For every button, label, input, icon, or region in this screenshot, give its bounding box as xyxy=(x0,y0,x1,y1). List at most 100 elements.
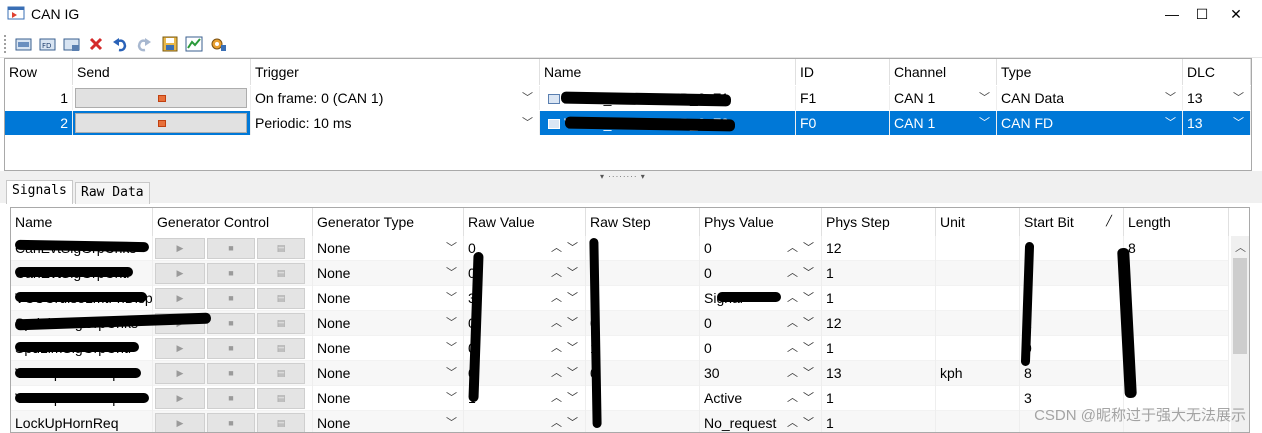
col-header-dlc[interactable]: DLC xyxy=(1183,59,1251,85)
spin-arrows-icon[interactable]: ︿﹀ xyxy=(551,411,583,432)
signal-row[interactable]: CanEvtSigGrpChks ▶ ■ ▤ None﹀0︿﹀10︿﹀128 xyxy=(11,236,1229,261)
play-icon[interactable]: ▶ xyxy=(155,363,205,384)
stop-icon[interactable]: ■ xyxy=(207,288,255,309)
undo-icon[interactable] xyxy=(110,34,130,54)
raw-step[interactable] xyxy=(586,261,700,286)
col-header-start-bit[interactable]: Start Bit ╱ xyxy=(1020,208,1124,236)
phys-value-field[interactable]: 0 ︿﹀ xyxy=(700,236,822,261)
phys-step[interactable]: 13 xyxy=(822,361,936,386)
spin-arrows-icon[interactable]: ︿﹀ xyxy=(551,361,583,386)
col-header-channel[interactable]: Channel xyxy=(890,59,997,85)
play-icon[interactable]: ▶ xyxy=(155,413,205,432)
play-icon[interactable]: ▶ xyxy=(155,288,205,309)
col-header-generator-control[interactable]: Generator Control xyxy=(153,208,313,236)
spin-arrows-icon[interactable]: ︿﹀ xyxy=(551,311,583,336)
stop-icon[interactable]: ■ xyxy=(207,263,255,284)
dlc-dropdown[interactable]: 13 ﹀ xyxy=(1183,86,1251,110)
phys-value-field[interactable]: Active ︿﹀ xyxy=(700,386,822,411)
trigger-dropdown[interactable]: Periodic: 10 ms ﹀ xyxy=(251,111,540,135)
spin-arrows-icon[interactable]: ︿﹀ xyxy=(787,361,819,386)
col-header-phys-step[interactable]: Phys Step xyxy=(822,208,936,236)
signal-row[interactable]: VCUCruiseLmtFnDisp ▶ ■ ▤ None﹀3︿﹀1Signal… xyxy=(11,286,1229,311)
phys-value-field[interactable]: 30 ︿﹀ xyxy=(700,361,822,386)
play-icon[interactable]: ▶ xyxy=(155,238,205,259)
col-header-send[interactable]: Send xyxy=(73,59,251,85)
phys-step[interactable]: 12 xyxy=(822,311,936,336)
maximize-button[interactable]: ☐ xyxy=(1188,3,1216,25)
stop-icon[interactable]: ■ xyxy=(207,363,255,384)
chart-icon[interactable] xyxy=(184,34,204,54)
phys-value-field[interactable]: No_request ︿﹀ xyxy=(700,411,822,432)
send-button[interactable] xyxy=(75,88,247,108)
minimize-button[interactable]: — xyxy=(1158,3,1186,25)
generator-type-dropdown[interactable]: None ﹀ xyxy=(313,236,464,261)
phys-step[interactable]: 1 xyxy=(822,386,936,411)
tab-raw-data[interactable]: Raw Data xyxy=(75,182,150,204)
raw-step[interactable]: 1 xyxy=(586,286,700,311)
spin-arrows-icon[interactable]: ︿﹀ xyxy=(551,336,583,361)
spin-arrows-icon[interactable]: ︿﹀ xyxy=(787,261,819,286)
raw-value-stepper[interactable]: 1︿﹀ xyxy=(464,386,586,411)
generator-type-dropdown[interactable]: None ﹀ xyxy=(313,311,464,336)
stop-icon[interactable]: ■ xyxy=(207,413,255,432)
spin-arrows-icon[interactable]: ︿﹀ xyxy=(787,336,819,361)
phys-step[interactable]: 1 xyxy=(822,261,936,286)
generator-settings-icon[interactable]: ▤ xyxy=(257,263,305,284)
raw-step[interactable]: 0 xyxy=(586,361,700,386)
signal-row[interactable]: VCUSpdLimDisp ▶ ■ ▤ None﹀0︿﹀030︿﹀13kph8 xyxy=(11,361,1229,386)
col-header-trigger[interactable]: Trigger xyxy=(251,59,540,85)
add-frame-icon-2[interactable] xyxy=(62,34,82,54)
spin-arrows-icon[interactable]: ︿﹀ xyxy=(787,411,819,432)
phys-step[interactable]: 1 xyxy=(822,411,936,432)
generator-settings-icon[interactable]: ▤ xyxy=(257,413,305,432)
generator-type-dropdown[interactable]: None ﹀ xyxy=(313,411,464,432)
splitter[interactable]: ▾ ········ ▾ xyxy=(0,171,1262,181)
generator-settings-icon[interactable]: ▤ xyxy=(257,238,305,259)
settings-icon[interactable] xyxy=(208,34,228,54)
raw-step[interactable]: 1 xyxy=(586,236,700,261)
raw-step[interactable]: 0 xyxy=(586,311,700,336)
save-icon[interactable] xyxy=(160,34,180,54)
dlc-dropdown[interactable]: 13 ﹀ xyxy=(1183,111,1251,135)
trigger-dropdown[interactable]: On frame: 0 (CAN 1) ﹀ xyxy=(251,86,540,110)
generator-type-dropdown[interactable]: None ﹀ xyxy=(313,386,464,411)
redo-icon[interactable] xyxy=(134,34,154,54)
col-header-unit[interactable]: Unit xyxy=(936,208,1020,236)
channel-dropdown[interactable]: CAN 1 ﹀ xyxy=(890,86,997,110)
generator-settings-icon[interactable]: ▤ xyxy=(257,363,305,384)
generator-type-dropdown[interactable]: None ﹀ xyxy=(313,286,464,311)
phys-value-field[interactable]: 0 ︿﹀ xyxy=(700,261,822,286)
generator-settings-icon[interactable]: ▤ xyxy=(257,388,305,409)
col-header-raw-value[interactable]: Raw Value xyxy=(464,208,586,236)
phys-step[interactable]: 1 xyxy=(822,336,936,361)
spin-arrows-icon[interactable]: ︿﹀ xyxy=(551,386,583,411)
add-frame-icon[interactable] xyxy=(14,34,34,54)
col-header-name[interactable]: Name xyxy=(540,59,796,85)
raw-value-stepper[interactable]: ︿﹀ xyxy=(464,411,586,432)
col-header-length[interactable]: Length xyxy=(1124,208,1229,236)
phys-step[interactable]: 12 xyxy=(822,236,936,261)
scrollbar-thumb[interactable] xyxy=(1233,258,1247,354)
type-dropdown[interactable]: CAN FD ﹀ xyxy=(997,111,1183,135)
col-header-phys-value[interactable]: Phys Value xyxy=(700,208,822,236)
col-header-raw-step[interactable]: Raw Step xyxy=(586,208,700,236)
delete-icon[interactable] xyxy=(86,34,106,54)
raw-step[interactable] xyxy=(586,411,700,432)
col-header-type[interactable]: Type xyxy=(997,59,1183,85)
phys-step[interactable]: 1 xyxy=(822,286,936,311)
col-header-row[interactable]: Row xyxy=(5,59,73,85)
spin-arrows-icon[interactable]: ︿﹀ xyxy=(787,236,819,261)
add-fd-frame-icon[interactable]: FD xyxy=(38,34,58,54)
col-header-generator-type[interactable]: Generator Type xyxy=(313,208,464,236)
generator-type-dropdown[interactable]: None ﹀ xyxy=(313,336,464,361)
signal-row[interactable]: SpdLimSigGrpCntr ▶ ■ ▤ None﹀0︿﹀10︿﹀10 xyxy=(11,336,1229,361)
raw-value-stepper[interactable]: 0︿﹀ xyxy=(464,336,586,361)
phys-value-field[interactable]: 0 ︿﹀ xyxy=(700,336,822,361)
generator-settings-icon[interactable]: ▤ xyxy=(257,338,305,359)
stop-icon[interactable]: ■ xyxy=(207,313,255,334)
spin-arrows-icon[interactable]: ︿﹀ xyxy=(551,286,583,311)
channel-dropdown[interactable]: CAN 1 ﹀ xyxy=(890,111,997,135)
generator-type-dropdown[interactable]: None ﹀ xyxy=(313,361,464,386)
col-header-id[interactable]: ID xyxy=(796,59,890,85)
raw-value-stepper[interactable]: 0︿﹀ xyxy=(464,311,586,336)
